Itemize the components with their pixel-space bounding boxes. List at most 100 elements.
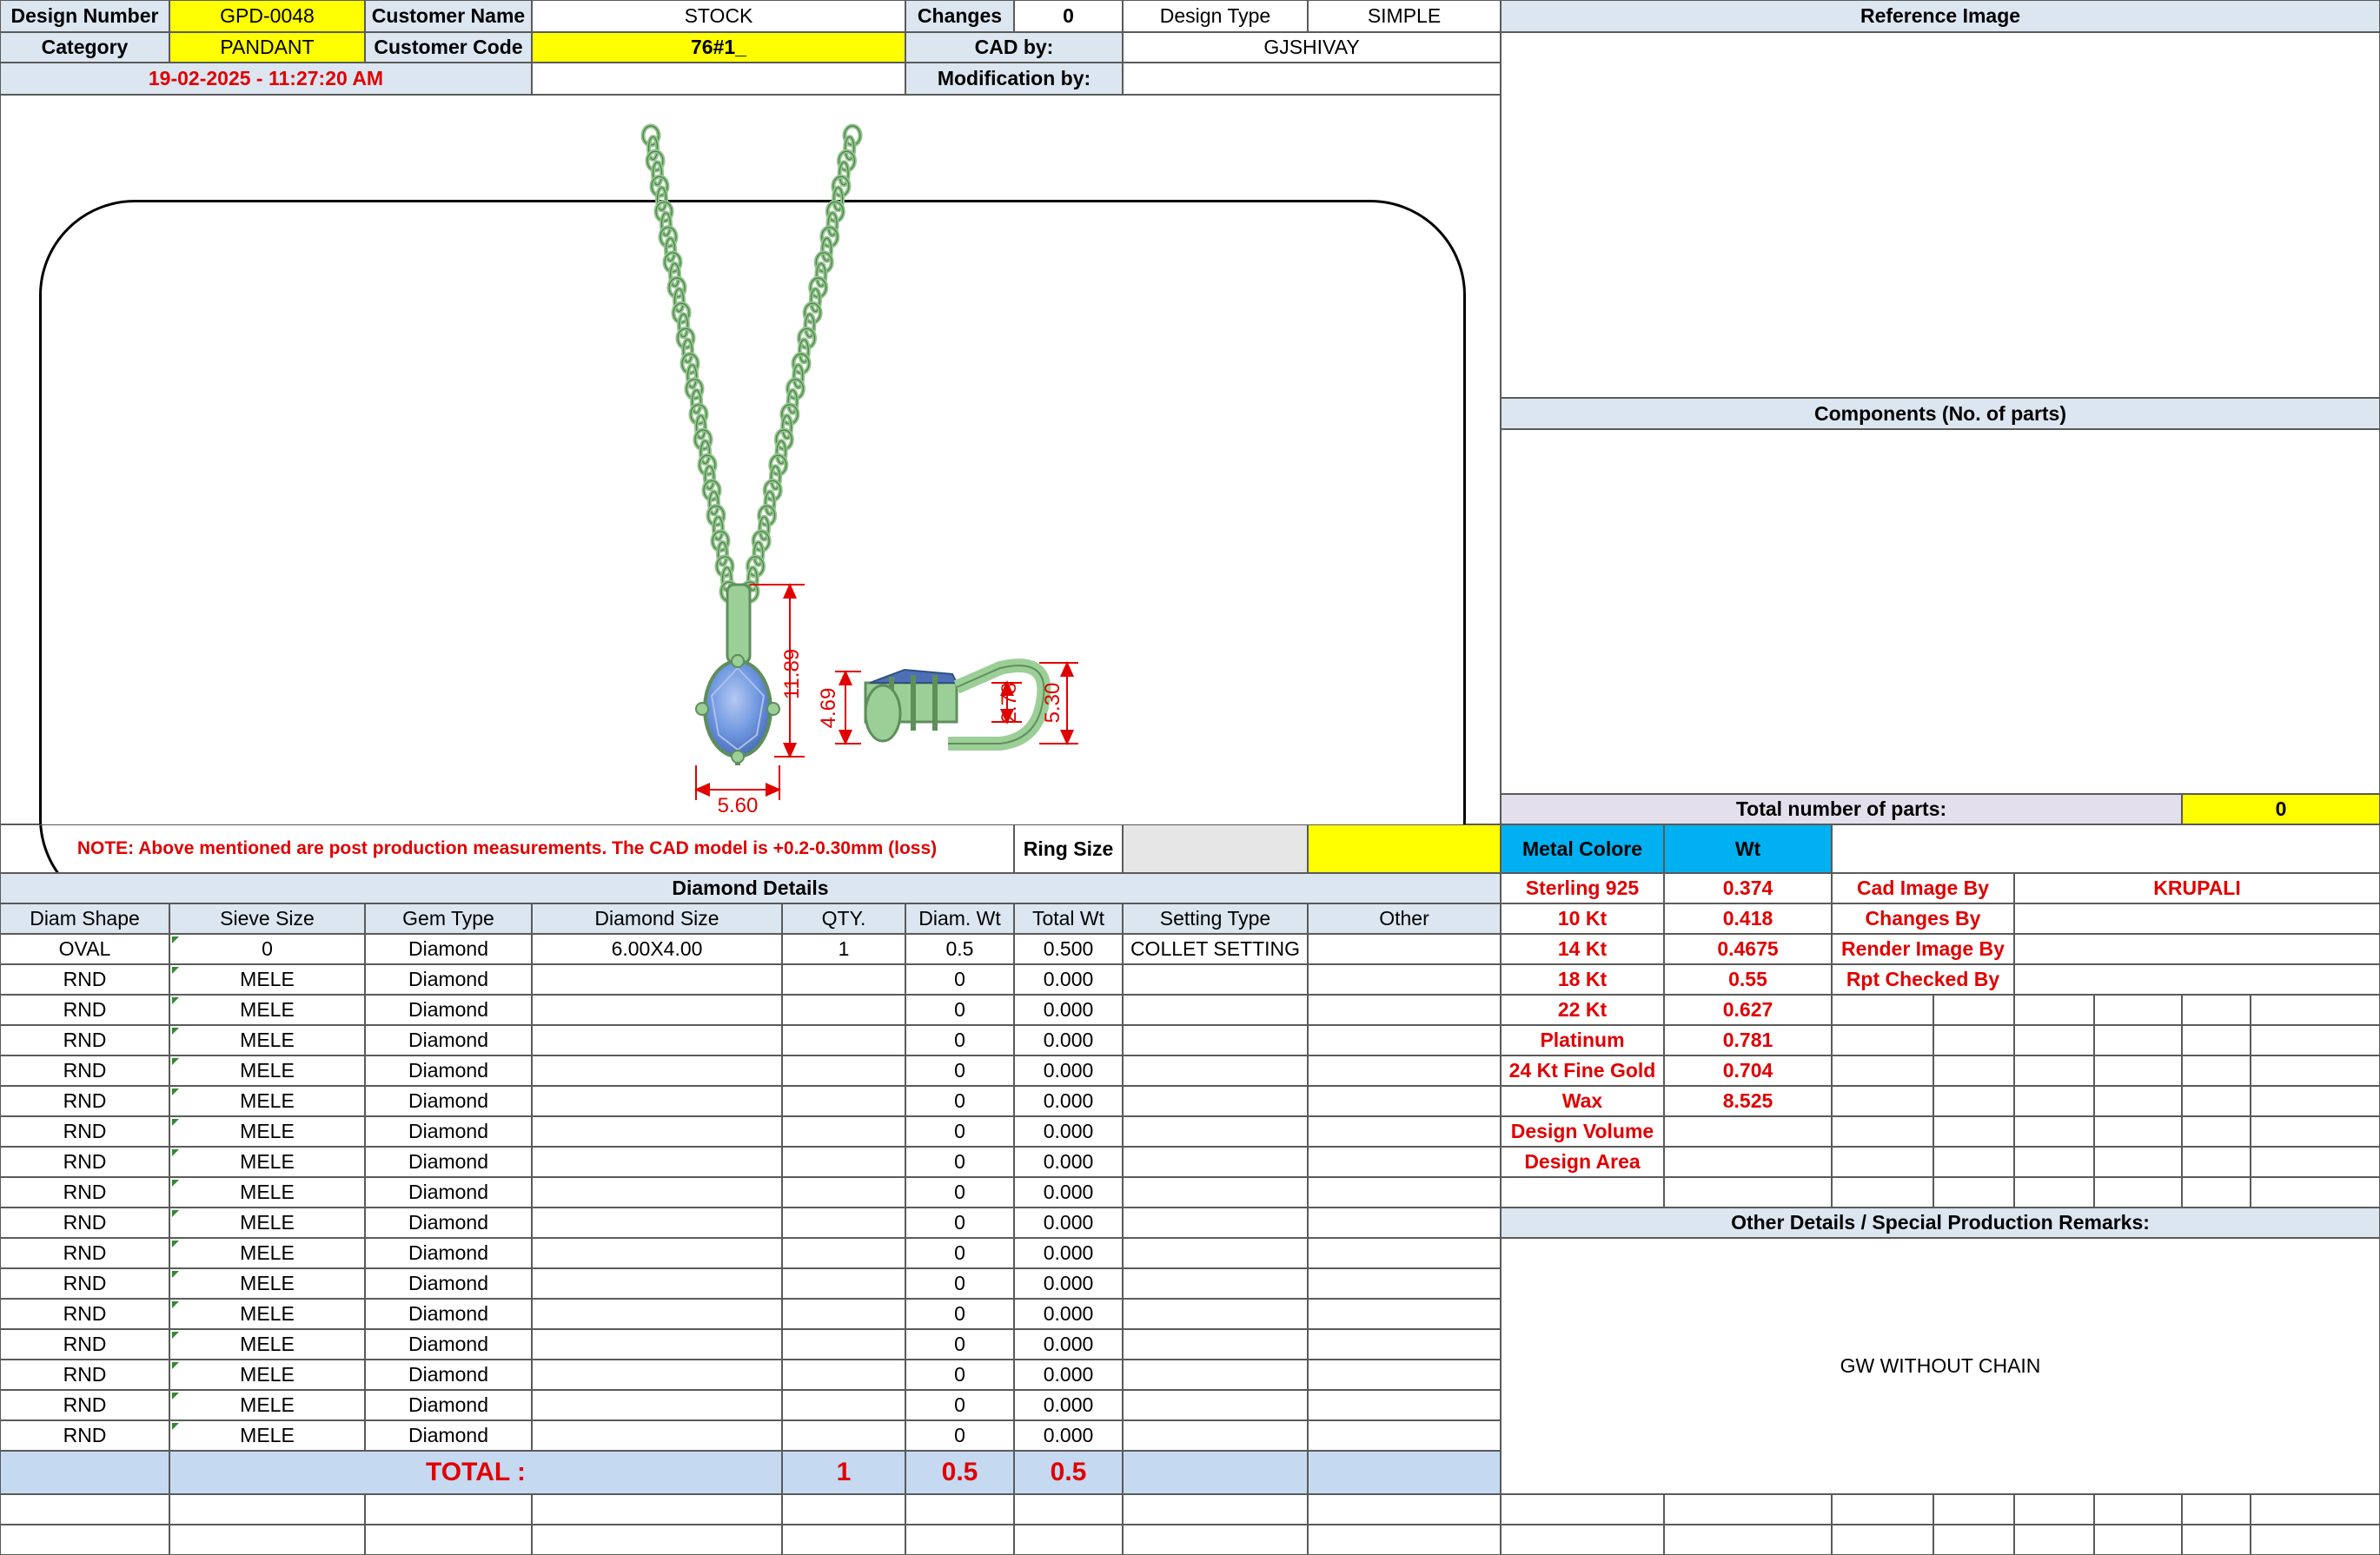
total-parts-value[interactable]: 0 xyxy=(2182,794,2380,824)
table-cell-gem-type[interactable]: Diamond xyxy=(365,1299,532,1329)
metal-wt[interactable] xyxy=(1664,1147,1832,1177)
table-cell-setting-type[interactable]: COLLET SETTING xyxy=(1123,934,1308,964)
table-cell-sieve-size[interactable]: MELE xyxy=(169,1177,365,1208)
grid-cell[interactable] xyxy=(1832,1177,1933,1208)
table-cell-gem-type[interactable]: Diamond xyxy=(365,1055,532,1086)
grid-cell[interactable] xyxy=(2182,1086,2251,1116)
grid-cell[interactable] xyxy=(2182,995,2251,1025)
grid-cell[interactable] xyxy=(1308,1494,1501,1525)
grid-cell[interactable] xyxy=(2014,1494,2094,1525)
table-cell-diam-wt[interactable]: 0 xyxy=(905,1208,1014,1238)
table-cell-diamond-size[interactable] xyxy=(532,1055,782,1086)
table-cell-qty[interactable] xyxy=(782,1025,905,1055)
grid-cell[interactable] xyxy=(2094,995,2182,1025)
table-cell-other[interactable] xyxy=(1308,1420,1501,1451)
table-cell-diam-wt[interactable]: 0 xyxy=(905,1420,1014,1451)
grid-cell[interactable] xyxy=(1933,1147,2014,1177)
table-cell-setting-type[interactable] xyxy=(1123,964,1308,995)
grid-cell[interactable] xyxy=(1308,1525,1501,1555)
table-cell-sieve-size[interactable]: MELE xyxy=(169,1238,365,1268)
table-cell-total-wt[interactable]: 0.000 xyxy=(1014,1268,1123,1299)
table-cell-diamond-size[interactable] xyxy=(532,1025,782,1055)
grid-cell[interactable] xyxy=(0,1525,169,1555)
table-cell-total-wt[interactable]: 0.000 xyxy=(1014,1208,1123,1238)
table-cell-diam-shape[interactable]: OVAL xyxy=(0,934,169,964)
table-cell-other[interactable] xyxy=(1308,1055,1501,1086)
metal-wt[interactable]: 0.418 xyxy=(1664,903,1832,934)
grid-cell[interactable] xyxy=(2251,1177,2380,1208)
grid-cell[interactable] xyxy=(2014,1025,2094,1055)
table-cell-diam-shape[interactable]: RND xyxy=(0,1238,169,1268)
table-cell-diamond-size[interactable] xyxy=(532,1177,782,1208)
grid-cell[interactable] xyxy=(2182,1494,2251,1525)
grid-cell[interactable] xyxy=(2182,1025,2251,1055)
grid-cell[interactable] xyxy=(1501,1494,1664,1525)
grid-cell[interactable] xyxy=(1933,1025,2014,1055)
table-cell-other[interactable] xyxy=(1308,1147,1501,1177)
table-cell-diam-shape[interactable]: RND xyxy=(0,1390,169,1420)
table-cell-sieve-size[interactable]: 0 xyxy=(169,934,365,964)
grid-cell[interactable] xyxy=(2094,1025,2182,1055)
table-cell-diamond-size[interactable] xyxy=(532,964,782,995)
table-cell-total-wt[interactable]: 0.000 xyxy=(1014,1390,1123,1420)
grid-cell[interactable] xyxy=(2014,995,2094,1025)
credit-value[interactable] xyxy=(2014,934,2380,964)
table-cell-diam-wt[interactable]: 0 xyxy=(905,995,1014,1025)
grid-cell[interactable] xyxy=(2014,1147,2094,1177)
grid-cell[interactable] xyxy=(2014,1525,2094,1555)
table-cell-qty[interactable] xyxy=(782,1086,905,1116)
table-cell-diam-wt[interactable]: 0 xyxy=(905,1360,1014,1390)
table-cell-diam-wt[interactable]: 0 xyxy=(905,964,1014,995)
table-cell-qty[interactable] xyxy=(782,1299,905,1329)
grid-cell[interactable] xyxy=(1933,1116,2014,1147)
design-number-value[interactable]: GPD-0048 xyxy=(169,0,365,32)
table-cell-setting-type[interactable] xyxy=(1123,1268,1308,1299)
table-cell-total-wt[interactable]: 0.000 xyxy=(1014,1147,1123,1177)
table-cell-other[interactable] xyxy=(1308,995,1501,1025)
table-cell-diamond-size[interactable] xyxy=(532,1238,782,1268)
table-cell-diam-wt[interactable]: 0 xyxy=(905,1055,1014,1086)
grid-cell[interactable] xyxy=(2251,1494,2380,1525)
grid-cell[interactable] xyxy=(2251,995,2380,1025)
table-cell-diam-shape[interactable]: RND xyxy=(0,1299,169,1329)
grid-cell[interactable] xyxy=(2251,1525,2380,1555)
grid-cell[interactable] xyxy=(2182,1147,2251,1177)
table-cell-gem-type[interactable]: Diamond xyxy=(365,1177,532,1208)
table-cell-qty[interactable] xyxy=(782,1238,905,1268)
table-cell-total-wt[interactable]: 0.500 xyxy=(1014,934,1123,964)
metal-wt[interactable]: 0.55 xyxy=(1664,964,1832,995)
table-cell-sieve-size[interactable]: MELE xyxy=(169,1329,365,1360)
table-cell-qty[interactable]: 1 xyxy=(782,934,905,964)
table-cell-setting-type[interactable] xyxy=(1123,1116,1308,1147)
table-cell-total-wt[interactable]: 0.000 xyxy=(1014,995,1123,1025)
table-cell-other[interactable] xyxy=(1308,1086,1501,1116)
table-cell-other[interactable] xyxy=(1308,1329,1501,1360)
table-cell-diam-shape[interactable]: RND xyxy=(0,1086,169,1116)
grid-cell[interactable] xyxy=(1501,1525,1664,1555)
table-cell-diam-wt[interactable]: 0 xyxy=(905,1299,1014,1329)
grid-cell[interactable] xyxy=(1933,1494,2014,1525)
grid-cell[interactable] xyxy=(169,1494,365,1525)
table-cell-diam-wt[interactable]: 0.5 xyxy=(905,934,1014,964)
table-cell-total-wt[interactable]: 0.000 xyxy=(1014,964,1123,995)
table-cell-diamond-size[interactable] xyxy=(532,1420,782,1451)
table-cell-diam-shape[interactable]: RND xyxy=(0,1147,169,1177)
table-cell-other[interactable] xyxy=(1308,1116,1501,1147)
metal-wt[interactable]: 0.4675 xyxy=(1664,934,1832,964)
table-cell-diam-shape[interactable]: RND xyxy=(0,1055,169,1086)
table-cell-sieve-size[interactable]: MELE xyxy=(169,1208,365,1238)
design-type-value[interactable]: SIMPLE xyxy=(1308,0,1501,32)
table-cell-diam-shape[interactable]: RND xyxy=(0,1268,169,1299)
table-cell-other[interactable] xyxy=(1308,1177,1501,1208)
grid-cell[interactable] xyxy=(2094,1147,2182,1177)
grid-cell[interactable] xyxy=(1664,1494,1832,1525)
grid-cell[interactable] xyxy=(2251,1147,2380,1177)
table-cell-sieve-size[interactable]: MELE xyxy=(169,1055,365,1086)
metal-wt[interactable] xyxy=(1664,1116,1832,1147)
table-cell-qty[interactable] xyxy=(782,1208,905,1238)
table-cell-diam-shape[interactable]: RND xyxy=(0,1329,169,1360)
table-cell-setting-type[interactable] xyxy=(1123,1055,1308,1086)
table-cell-sieve-size[interactable]: MELE xyxy=(169,995,365,1025)
table-cell-gem-type[interactable]: Diamond xyxy=(365,1360,532,1390)
table-cell-diamond-size[interactable] xyxy=(532,1390,782,1420)
